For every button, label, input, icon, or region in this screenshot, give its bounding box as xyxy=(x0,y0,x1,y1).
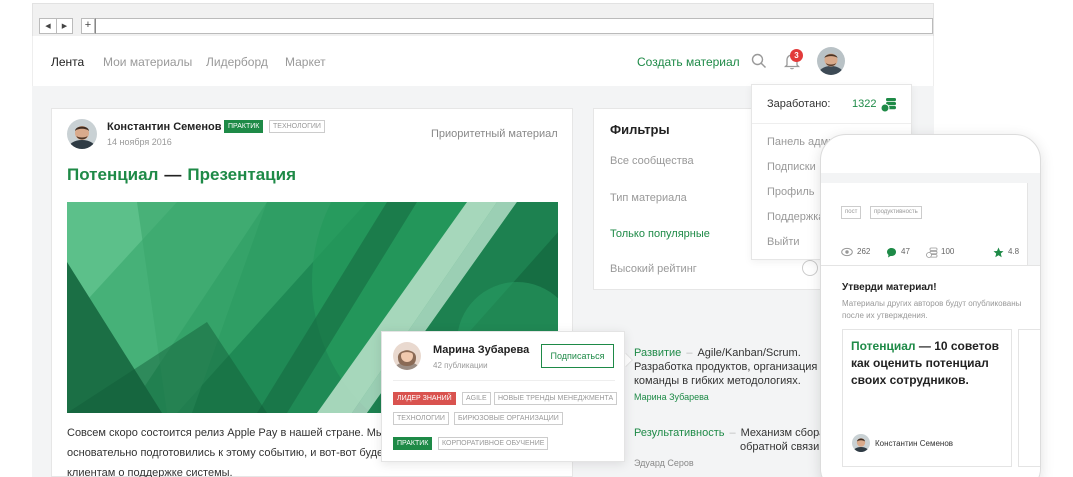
phone-approve-section: Утверди материал! Материалы других автор… xyxy=(821,265,1040,477)
address-bar[interactable] xyxy=(95,18,933,34)
site-header: Лента Мои материалы Лидерборд Маркет Соз… xyxy=(32,36,934,86)
popover-tag[interactable]: AGILE xyxy=(462,392,491,405)
author-topic-badge[interactable]: ТЕХНОЛОГИИ xyxy=(269,120,325,133)
nav-feed[interactable]: Лента xyxy=(51,55,84,69)
nav-leaderboard[interactable]: Лидерборд xyxy=(206,55,268,69)
phone-rating: 4.8 xyxy=(1008,247,1020,256)
feed-item[interactable]: Результативность – Механизм сбора обратной… xyxy=(634,426,825,454)
phone-comments-count: 47 xyxy=(901,247,910,256)
phone-mockup: пост продуктивность 262 47 100 4.8 Утвер… xyxy=(820,134,1041,477)
popover-divider xyxy=(393,380,615,381)
priority-label: Приоритетный материал xyxy=(431,128,558,140)
earned-label: Заработано: xyxy=(767,98,831,110)
feed-author[interactable]: Эдуард Серов xyxy=(634,458,694,468)
post-text-line: основательно подготовились к этому событ… xyxy=(67,447,384,459)
coins-icon xyxy=(880,98,896,113)
popover-tag[interactable]: КОРПОРАТИВНОЕ ОБУЧЕНИЕ xyxy=(438,437,549,450)
back-button[interactable]: ◀ xyxy=(40,19,56,33)
feed-category[interactable]: Результативность xyxy=(634,427,724,439)
search-icon[interactable] xyxy=(751,53,767,69)
author-avatar[interactable] xyxy=(67,119,97,149)
feed-title-line: Разработка продуктов, организация xyxy=(634,361,818,373)
post-title[interactable]: Потенциал — Презентация xyxy=(67,165,296,185)
author-name[interactable]: Константин Семенов xyxy=(107,121,222,133)
eye-icon xyxy=(841,247,853,257)
popover-publication-count: 42 публикации xyxy=(433,361,488,370)
author-level-badge: ПРАКТИК xyxy=(224,120,264,133)
dropdown-subscriptions[interactable]: Подписки xyxy=(767,161,816,173)
phone-screen: пост продуктивность 262 47 100 4.8 Утвер… xyxy=(821,173,1040,477)
feed-title-line: Механизм сбора xyxy=(740,427,826,439)
dropdown-support[interactable]: Поддержка xyxy=(767,211,824,223)
post-date: 14 ноября 2016 xyxy=(107,137,172,147)
popover-tag[interactable]: НОВЫЕ ТРЕНДЫ МЕНЕДЖМЕНТА xyxy=(494,392,618,405)
feed-separator: – xyxy=(729,427,736,439)
filter-material-type[interactable]: Тип материала xyxy=(610,192,687,204)
post-title-part2: Презентация xyxy=(187,165,296,184)
phone-stats: 262 47 100 4.8 xyxy=(841,247,1021,259)
filter-only-popular[interactable]: Только популярные xyxy=(610,228,710,240)
dropdown-logout[interactable]: Выйти xyxy=(767,236,800,248)
nav-market[interactable]: Маркет xyxy=(285,55,326,69)
forward-button[interactable]: ▶ xyxy=(55,19,72,33)
feed-title-line: Agile/Kanban/Scrum. xyxy=(697,347,801,359)
popover-tag[interactable]: БИРЮЗОВЫЕ ОРГАНИЗАЦИИ xyxy=(454,412,563,425)
user-avatar[interactable] xyxy=(817,47,845,75)
coins-icon xyxy=(926,247,938,258)
phone-coins-count: 100 xyxy=(941,247,955,256)
approve-card-title: Потенциал — 10 советов как оценить потен… xyxy=(851,338,1006,389)
notification-badge: 3 xyxy=(790,49,803,62)
feed-item[interactable]: Развитие – Agile/Kanban/Scrum. Разработка … xyxy=(634,346,817,388)
popover-avatar[interactable] xyxy=(393,342,421,370)
post-title-part1: Потенциал xyxy=(67,165,159,184)
popover-author-name[interactable]: Марина Зубарева xyxy=(433,344,529,356)
subscribe-button[interactable]: Подписаться xyxy=(541,344,614,368)
create-material-link[interactable]: Создать материал xyxy=(637,55,740,69)
browser-toolbar: ◀ ▶ + xyxy=(32,3,934,36)
post-text-line: Совсем скоро состоится релиз Apple Pay в… xyxy=(67,427,399,439)
approve-card-title-green: Потенциал xyxy=(851,339,916,353)
comment-icon xyxy=(887,248,896,258)
popover-tag: ПРАКТИК xyxy=(393,437,433,450)
filters-title: Фильтры xyxy=(610,122,670,137)
new-tab-button[interactable]: + xyxy=(81,18,95,34)
earned-value: 1322 xyxy=(852,98,877,110)
approve-card-avatar xyxy=(852,434,870,452)
high-rating-toggle[interactable] xyxy=(802,260,818,276)
post-excerpt: Совсем скоро состоится релиз Apple Pay в… xyxy=(67,423,399,477)
phone-views-count: 262 xyxy=(857,247,871,256)
author-popover: Марина Зубарева 42 публикации Подписатьс… xyxy=(381,331,625,462)
feed-category[interactable]: Развитие xyxy=(634,347,681,359)
approve-subtitle: Материалы других авторов будут опубликов… xyxy=(842,299,1022,320)
approve-material-card[interactable]: Потенциал — 10 советов как оценить потен… xyxy=(842,329,1012,467)
dropdown-divider xyxy=(752,123,911,124)
popover-tag[interactable]: ТЕХНОЛОГИИ xyxy=(393,412,449,425)
approve-title: Утверди материал! xyxy=(842,282,937,293)
post-text-line: клиентам о поддержке системы. xyxy=(67,467,233,477)
filter-all-communities[interactable]: Все сообщества xyxy=(610,155,694,167)
post-title-dash: — xyxy=(164,165,182,184)
dropdown-profile[interactable]: Профиль xyxy=(767,186,815,198)
browser-nav-group: ◀ ▶ xyxy=(39,18,73,34)
approve-next-card[interactable] xyxy=(1018,329,1040,467)
nav-my-materials[interactable]: Мои материалы xyxy=(103,55,192,69)
feed-separator: – xyxy=(686,347,693,359)
popover-tag: ЛИДЕР ЗНАНИЙ xyxy=(393,392,456,405)
feed-title-line: обратной связи. xyxy=(740,441,823,453)
feed-title-line: команды в гибких методологиях. xyxy=(634,375,801,387)
approve-card-author[interactable]: Константин Семенов xyxy=(875,439,953,448)
phone-tag[interactable]: пост xyxy=(841,206,862,219)
filter-high-rating[interactable]: Высокий рейтинг xyxy=(610,263,697,275)
phone-post-card[interactable]: пост продуктивность 262 47 100 4.8 xyxy=(821,183,1028,265)
feed-author[interactable]: Марина Зубарева xyxy=(634,392,709,402)
phone-tag[interactable]: продуктивность xyxy=(870,206,922,219)
star-icon xyxy=(993,247,1004,258)
